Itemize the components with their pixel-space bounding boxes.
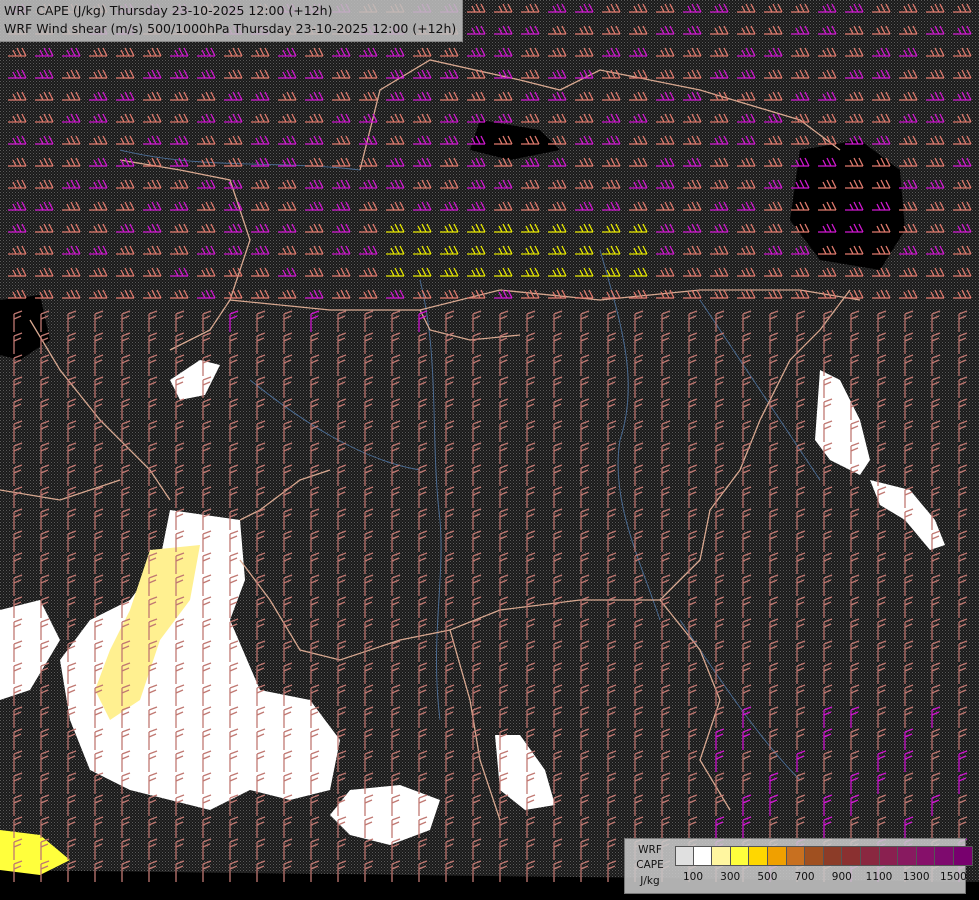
legend-label-cape: CAPE (636, 859, 664, 871)
legend-swatch (767, 846, 787, 866)
legend-swatch (730, 846, 750, 866)
legend-tick: 1300 (902, 871, 930, 883)
legend-swatch (860, 846, 880, 866)
legend-swatch (693, 846, 713, 866)
legend-swatch (916, 846, 936, 866)
legend-swatch (935, 846, 954, 866)
title-wind-shear: WRF Wind shear (m/s) 500/1000hPa Thursda… (4, 21, 457, 36)
legend-swatch (879, 846, 899, 866)
legend-label-wrf: WRF (638, 844, 662, 856)
legend-tick: 500 (757, 871, 778, 883)
legend-swatch (749, 846, 768, 866)
legend-tick: 100 (682, 871, 704, 883)
legend-tick: 1500 (940, 871, 967, 883)
legend-swatch (842, 846, 861, 866)
legend-swatch (823, 846, 843, 866)
legend-swatch (786, 846, 806, 866)
legend-swatch (953, 846, 973, 866)
legend-swatch (712, 846, 731, 866)
legend-tick: 1100 (865, 871, 893, 883)
legend-swatch (675, 846, 694, 866)
legend-tick: 700 (794, 871, 815, 883)
legend-tick: 300 (720, 871, 741, 883)
legend-tick: 900 (831, 871, 852, 883)
legend-label-unit: J/kg (640, 875, 660, 887)
cape-legend: WRF CAPE J/kg 100 300 500 700 900 1100 1300 150… (624, 838, 973, 894)
weather-map (0, 0, 979, 900)
title-cape: WRF CAPE (J/kg) Thursday 23-10-2025 12:0… (4, 3, 333, 18)
legend-swatch (898, 846, 917, 866)
map-title: WRF CAPE (J/kg) Thursday 23-10-2025 12:0… (0, 0, 464, 42)
legend-ticks: 100 300 500 700 900 1100 1300 1500 (675, 871, 967, 885)
legend-color-scale (675, 846, 973, 866)
legend-swatch (805, 846, 824, 866)
